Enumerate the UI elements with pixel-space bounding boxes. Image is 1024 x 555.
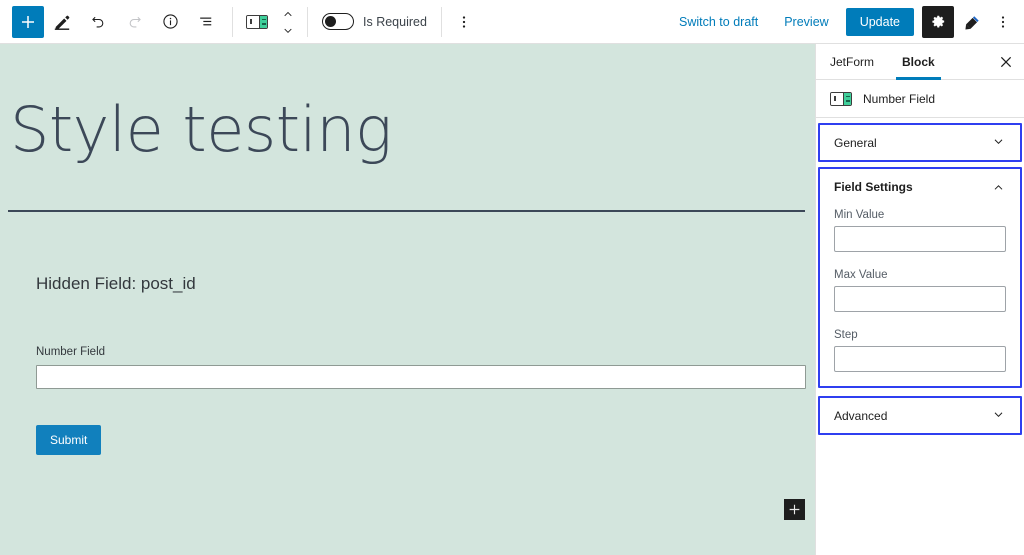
number-field-block-icon xyxy=(246,14,268,29)
step-input[interactable] xyxy=(834,346,1006,372)
redo-arrow-icon xyxy=(129,16,141,28)
max-value-label: Max Value xyxy=(834,269,888,281)
panel-general-header[interactable]: General xyxy=(820,125,1020,160)
sidebar-tabs: JetForm Block xyxy=(816,44,1024,80)
panel-advanced[interactable]: Advanced xyxy=(818,396,1022,435)
list-view-icon xyxy=(199,17,211,26)
editor-canvas[interactable]: Style testing Hidden Field: post_id Numb… xyxy=(0,44,815,555)
switch-to-draft-button[interactable]: Switch to draft xyxy=(666,15,771,29)
chevron-up-icon xyxy=(284,11,292,16)
panel-field-settings-header[interactable]: Field Settings xyxy=(820,169,1020,204)
block-card-title: Number Field xyxy=(863,91,936,106)
add-block-button[interactable] xyxy=(12,5,44,38)
max-value-input[interactable] xyxy=(834,286,1006,312)
is-required-label: Is Required xyxy=(363,14,427,29)
hidden-field-block[interactable]: Hidden Field: post_id xyxy=(36,274,815,294)
chevron-down-icon xyxy=(284,28,292,33)
panel-advanced-title: Advanced xyxy=(834,408,888,423)
panel-general-title: General xyxy=(834,135,877,150)
is-required-toggle[interactable] xyxy=(322,13,354,30)
toggle-knob xyxy=(324,15,336,27)
edit-mode-button[interactable] xyxy=(44,4,80,40)
step-label: Step xyxy=(834,329,858,341)
panel-field-settings[interactable]: Field Settings Min Value Max Value Step xyxy=(818,167,1022,388)
plus-icon xyxy=(789,504,800,515)
block-toolbar-group xyxy=(233,0,307,44)
settings-button[interactable] xyxy=(922,5,954,38)
is-required-toggle-group[interactable]: Is Required xyxy=(308,13,441,30)
styles-button[interactable] xyxy=(958,6,988,38)
undo-arrow-icon xyxy=(91,16,103,28)
kebab-menu-icon xyxy=(1001,15,1005,28)
toolbar-left-group xyxy=(0,0,224,44)
toolbar-right-group: Switch to draft Preview Update xyxy=(666,0,1024,44)
page-title[interactable]: Style testing xyxy=(10,95,815,164)
chevron-down-icon xyxy=(994,412,1003,417)
info-circle-icon xyxy=(162,14,178,29)
wordpress-block-editor: Is Required Switch to draft Preview Upda… xyxy=(0,0,1024,555)
block-options-button[interactable] xyxy=(446,4,482,40)
chevron-up-icon xyxy=(994,185,1003,190)
kebab-menu-icon xyxy=(462,15,466,28)
more-menu-button[interactable] xyxy=(988,6,1018,38)
brush-icon xyxy=(965,15,979,29)
block-move-stepper[interactable] xyxy=(275,2,301,42)
number-field-input[interactable] xyxy=(36,365,806,390)
number-field-label: Number Field xyxy=(36,346,106,359)
plus-icon xyxy=(22,15,34,28)
list-view-button[interactable] xyxy=(188,4,224,40)
chevron-down-icon xyxy=(994,139,1003,144)
panel-advanced-header[interactable]: Advanced xyxy=(820,398,1020,433)
tab-block[interactable]: Block xyxy=(888,44,949,80)
title-divider xyxy=(8,210,805,213)
tab-jetform[interactable]: JetForm xyxy=(816,44,888,79)
editor-toolbar: Is Required Switch to draft Preview Upda… xyxy=(0,0,1024,44)
close-icon xyxy=(1000,56,1012,67)
redo-button[interactable] xyxy=(116,4,152,40)
block-type-button[interactable] xyxy=(239,4,275,40)
details-button[interactable] xyxy=(152,4,188,40)
min-value-input[interactable] xyxy=(834,226,1006,252)
gear-icon xyxy=(931,15,944,28)
panel-field-settings-title: Field Settings xyxy=(834,179,913,194)
pencil-icon xyxy=(54,15,70,30)
update-button[interactable]: Update xyxy=(845,7,914,36)
min-value-label: Min Value xyxy=(834,209,885,221)
panel-general[interactable]: General xyxy=(818,123,1022,162)
preview-button[interactable]: Preview xyxy=(771,15,841,29)
block-card: Number Field xyxy=(816,80,1024,118)
undo-button[interactable] xyxy=(80,4,116,40)
panel-field-settings-body: Min Value Max Value Step xyxy=(820,209,1020,386)
canvas-block-appender[interactable] xyxy=(784,499,805,520)
toolbar-divider-3 xyxy=(440,6,442,37)
settings-sidebar: JetForm Block Number Field General Field… xyxy=(815,44,1024,555)
submit-button[interactable]: Submit xyxy=(36,425,102,456)
close-sidebar-button[interactable] xyxy=(988,44,1024,79)
number-field-block-icon xyxy=(830,91,852,106)
